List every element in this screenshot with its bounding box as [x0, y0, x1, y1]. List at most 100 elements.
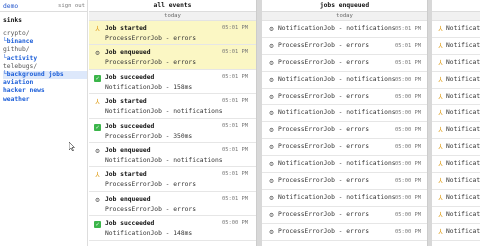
enqueued-icon: ⚙ [269, 160, 274, 169]
event-title: Job succeeded [105, 122, 155, 130]
job-row[interactable]: ⚙ ProcessErrorJob - errors 05:00 PM [262, 89, 427, 106]
started-icon: ⅄ [438, 143, 443, 152]
job-time: 05:01 PM [395, 26, 421, 32]
succeeded-icon: ✓ [94, 123, 101, 131]
event-row[interactable]: ✓ Job succeeded 05:00 PM NotificationJob - … [89, 216, 256, 241]
started-icon: ⅄ [438, 58, 443, 67]
sidebar-item-binance[interactable]: └binance [3, 38, 87, 46]
job-time: 05:00 PM [395, 178, 421, 185]
enqueued-icon: ⚙ [269, 210, 274, 219]
job-row[interactable]: ⅄Notificatio [432, 55, 480, 72]
job-row[interactable]: ⚙ ProcessErrorJob - errors 05:00 PM [262, 139, 427, 157]
event-row[interactable]: ⅄ Job started 05:01 PM NotificationJob - no… [89, 94, 256, 119]
enqueued-icon: ⚙ [269, 92, 274, 101]
event-detail: ProcessErrorJob - errors [105, 35, 196, 42]
event-time: 05:01 PM [222, 171, 248, 178]
event-time: 05:01 PM [222, 195, 248, 202]
event-row[interactable]: ⚙ Job enqueued 05:01 PM NotificationJob - n… [89, 143, 256, 168]
started-icon: ⅄ [438, 210, 443, 219]
job-detail: ProcessErrorJob - errors [278, 210, 369, 218]
sidebar-folder-telebugs: telebugs/ [3, 62, 38, 70]
event-time: 05:01 PM [222, 122, 248, 129]
job-row[interactable]: ⚙ NotificationJob - notifications 05:00 PM [262, 105, 427, 123]
job-row[interactable]: ⅄Notificatio [432, 190, 480, 207]
job-row[interactable]: ⚙ NotificationJob - notifications 05:00 PM [262, 190, 427, 207]
sidebar-folder-crypto: crypto/ [3, 30, 30, 37]
event-row[interactable]: ⅄ Job started 05:01 PM ProcessErrorJob - er… [89, 21, 256, 46]
enqueued-icon: ⚙ [269, 75, 274, 84]
job-row[interactable]: ⅄Notificatio [432, 207, 480, 224]
event-title: Job enqueued [105, 195, 151, 203]
event-time: 05:01 PM [222, 73, 248, 80]
job-row[interactable]: ⚙ ProcessErrorJob - errors 05:01 PM [262, 55, 427, 72]
job-row[interactable]: ⅄Notificatio [432, 224, 480, 241]
event-title: Job started [105, 25, 147, 32]
job-time: 05:00 PM [395, 211, 421, 218]
job-row[interactable]: ⅄Notificatio [432, 156, 480, 174]
job-time: 05:00 PM [395, 194, 421, 201]
sidebar-item-hacker-news[interactable]: hacker news [3, 87, 87, 95]
event-detail: ProcessErrorJob - errors [105, 205, 196, 213]
event-row[interactable]: ⚙ Job enqueued 05:01 PM ProcessErrorJob - e… [89, 45, 256, 70]
job-detail: Notificatio [446, 25, 480, 32]
sidebar-item-weather[interactable]: weather [3, 96, 87, 104]
job-row[interactable]: ⚙ ProcessErrorJob - errors 05:01 PM [262, 38, 427, 55]
events-list: ⅄ Job started 05:01 PM ProcessErrorJob - er… [89, 21, 256, 241]
job-row[interactable]: ⚙ NotificationJob - notifications 05:00 PM [262, 72, 427, 89]
third-list: ⅄Notificatio⅄Notificatio⅄Notificatio⅄Not… [432, 21, 480, 241]
event-row[interactable]: ⚙ Job enqueued 05:01 PM ProcessErrorJob - e… [89, 192, 256, 217]
job-row[interactable]: ⅄Notificatio [432, 105, 480, 123]
sidebar-item-aviation[interactable]: aviation [3, 79, 87, 87]
job-detail: ProcessErrorJob - errors [278, 177, 369, 185]
job-detail: ProcessErrorJob - errors [278, 227, 369, 235]
event-row[interactable]: ⅄ Job started 05:01 PM ProcessErrorJob - er… [89, 167, 256, 192]
job-row[interactable]: ⚙ ProcessErrorJob - errors 05:00 PM [262, 122, 427, 140]
enqueued-icon: ⚙ [95, 49, 100, 58]
job-row[interactable]: ⚙ NotificationJob - notifications 05:00 PM [262, 156, 427, 174]
jobs-enqueued-column: jobs enqueued today ⚙ NotificationJob - n… [262, 0, 428, 246]
job-detail: Notificatio [446, 160, 480, 168]
job-detail: NotificationJob - notifications [278, 25, 396, 32]
event-row[interactable]: ✓ Job succeeded 05:01 PM ProcessErrorJob - … [89, 119, 256, 143]
job-row[interactable]: ⚙ ProcessErrorJob - errors 05:00 PM [262, 224, 427, 241]
sidebar-item-activity[interactable]: └activity [3, 55, 87, 63]
job-time: 05:00 PM [395, 144, 421, 151]
job-row[interactable]: ⅄Notificatio [432, 122, 480, 140]
job-detail: Notificatio [446, 58, 480, 66]
enqueued-icon: ⚙ [95, 146, 100, 155]
job-time: 05:01 PM [395, 42, 421, 49]
enqueued-icon: ⚙ [269, 126, 274, 135]
enqueued-icon: ⚙ [269, 25, 274, 33]
day-divider [432, 12, 480, 21]
enqueued-icon: ⚙ [95, 195, 100, 204]
column-title [432, 0, 480, 12]
event-row[interactable]: ✓ Job succeeded 05:01 PM NotificationJob - … [89, 70, 256, 95]
job-detail: Notificatio [446, 143, 480, 151]
sidebar-item-background-jobs[interactable]: └background jobs [3, 70, 87, 80]
mouse-cursor-icon [69, 142, 75, 151]
job-row[interactable]: ⅄Notificatio [432, 173, 480, 190]
job-detail: NotificationJob - notifications [278, 160, 396, 168]
job-detail: ProcessErrorJob - errors [278, 143, 369, 151]
started-icon: ⅄ [95, 171, 100, 180]
job-row[interactable]: ⅄Notificatio [432, 139, 480, 157]
enqueued-icon: ⚙ [269, 143, 274, 152]
event-time: 05:00 PM [222, 220, 248, 227]
sinks-list: crypto/ └binance github/ └activity teleb… [3, 30, 87, 104]
job-row[interactable]: ⚙ ProcessErrorJob - errors 05:00 PM [262, 173, 427, 190]
job-detail: Notificatio [446, 109, 480, 117]
user-link[interactable]: demo [3, 3, 18, 10]
sign-out-link[interactable]: sign out [58, 3, 85, 9]
started-icon: ⅄ [438, 109, 443, 118]
started-icon: ⅄ [438, 126, 443, 135]
started-icon: ⅄ [438, 75, 443, 84]
job-row[interactable]: ⅄Notificatio [432, 21, 480, 38]
job-detail: Notificatio [446, 126, 480, 134]
event-detail: NotificationJob - notifications [105, 156, 223, 164]
job-row[interactable]: ⅄Notificatio [432, 89, 480, 106]
job-row[interactable]: ⅄Notificatio [432, 38, 480, 55]
enqueued-icon: ⚙ [269, 177, 274, 186]
job-row[interactable]: ⅄Notificatio [432, 72, 480, 89]
job-row[interactable]: ⚙ NotificationJob - notifications 05:01 PM [262, 21, 427, 38]
job-row[interactable]: ⚙ ProcessErrorJob - errors 05:00 PM [262, 207, 427, 224]
